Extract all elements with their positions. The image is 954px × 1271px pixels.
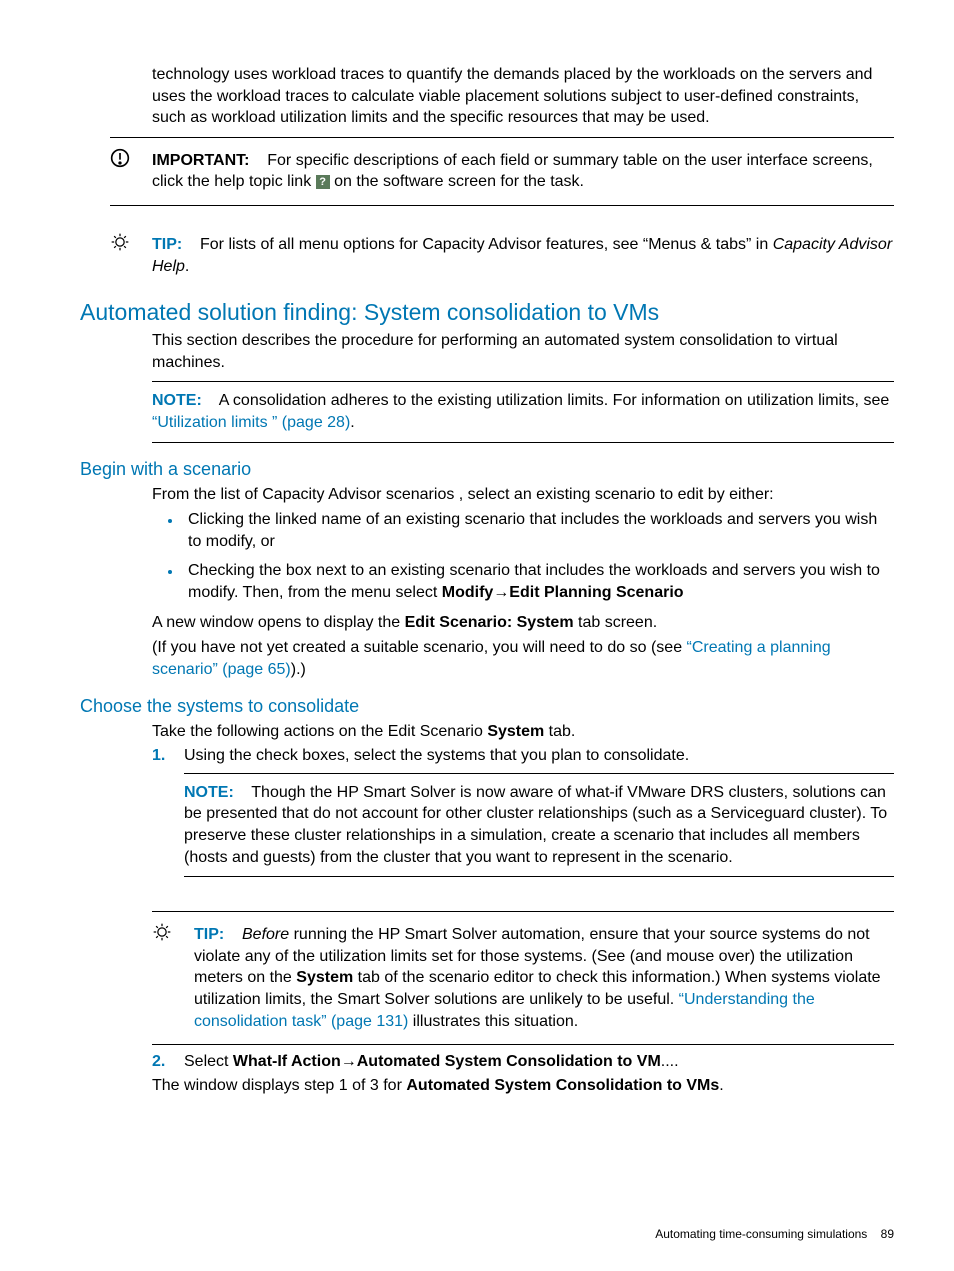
begin-p1: From the list of Capacity Advisor scenar… <box>152 484 894 506</box>
step-1-body: Using the check boxes, select the system… <box>184 747 894 765</box>
choose-block: Take the following actions on the Edit S… <box>152 721 894 1097</box>
note-text-before: A consolidation adheres to the existing … <box>219 392 890 409</box>
divider <box>184 773 894 774</box>
divider <box>152 381 894 382</box>
tip-text-before: For lists of all menu options for Capaci… <box>200 236 773 253</box>
begin-p2: A new window opens to display the Edit S… <box>152 612 894 634</box>
important-label: IMPORTANT: <box>152 152 249 169</box>
divider <box>110 137 894 138</box>
tip-label: TIP: <box>152 236 182 253</box>
help-icon: ? <box>316 175 330 189</box>
note-link[interactable]: “Utilization limits ” (page 28) <box>152 414 350 431</box>
divider <box>152 1044 894 1045</box>
important-body: IMPORTANT: For specific descriptions of … <box>152 146 894 197</box>
important-callout: IMPORTANT: For specific descriptions of … <box>110 146 894 197</box>
tip-body: TIP: For lists of all menu options for C… <box>152 230 894 281</box>
tip2-body: TIP: Before running the HP Smart Solver … <box>194 920 894 1036</box>
step-2: 2. Select What-If Action→Automated Syste… <box>152 1053 894 1071</box>
step-2-body: Select What-If Action→Automated System C… <box>184 1053 894 1071</box>
note2-body: NOTE: Though the HP Smart Solver is now … <box>184 782 894 868</box>
heading-begin-scenario: Begin with a scenario <box>80 459 894 480</box>
tip2-label: TIP: <box>194 926 224 943</box>
section-intro-text: This section describes the procedure for… <box>152 330 894 373</box>
tip2-icon <box>152 920 180 1036</box>
step-1: 1. Using the check boxes, select the sys… <box>152 747 894 765</box>
intro-paragraph: technology uses workload traces to quant… <box>152 64 894 129</box>
divider <box>152 442 894 443</box>
begin-li1: Clicking the linked name of an existing … <box>182 509 894 552</box>
choose-p1: Take the following actions on the Edit S… <box>152 721 894 743</box>
note-label: NOTE: <box>152 392 202 409</box>
intro-block: technology uses workload traces to quant… <box>152 64 894 129</box>
important-icon <box>110 146 138 197</box>
page-footer: Automating time-consuming simulations 89 <box>655 1227 894 1241</box>
step-2-marker: 2. <box>152 1053 170 1071</box>
step-1-marker: 1. <box>152 747 170 765</box>
divider <box>152 911 894 912</box>
begin-list: Clicking the linked name of an existing … <box>152 509 894 603</box>
important-text-after: on the software screen for the task. <box>334 173 584 190</box>
note-callout: NOTE: A consolidation adheres to the exi… <box>152 390 894 433</box>
page: technology uses workload traces to quant… <box>0 0 954 1271</box>
choose-final: The window displays step 1 of 3 for Auto… <box>152 1075 894 1097</box>
tip-callout: TIP: For lists of all menu options for C… <box>110 230 894 281</box>
tip2-callout: TIP: Before running the HP Smart Solver … <box>152 920 894 1036</box>
heading-automated-solution: Automated solution finding: System conso… <box>80 299 894 326</box>
divider <box>184 876 894 877</box>
begin-block: From the list of Capacity Advisor scenar… <box>152 484 894 681</box>
begin-p3: (If you have not yet created a suitable … <box>152 637 894 680</box>
note-text-after: . <box>350 414 354 431</box>
heading-choose-systems: Choose the systems to consolidate <box>80 696 894 717</box>
tip-icon <box>110 230 138 281</box>
footer-text: Automating time-consuming simulations <box>655 1227 867 1241</box>
note2-label: NOTE: <box>184 784 234 801</box>
divider <box>110 205 894 206</box>
section-intro-block: This section describes the procedure for… <box>152 330 894 373</box>
footer-page-number: 89 <box>881 1227 894 1241</box>
begin-li2: Checking the box next to an existing sce… <box>182 560 894 603</box>
tip-text-after: . <box>185 258 189 275</box>
